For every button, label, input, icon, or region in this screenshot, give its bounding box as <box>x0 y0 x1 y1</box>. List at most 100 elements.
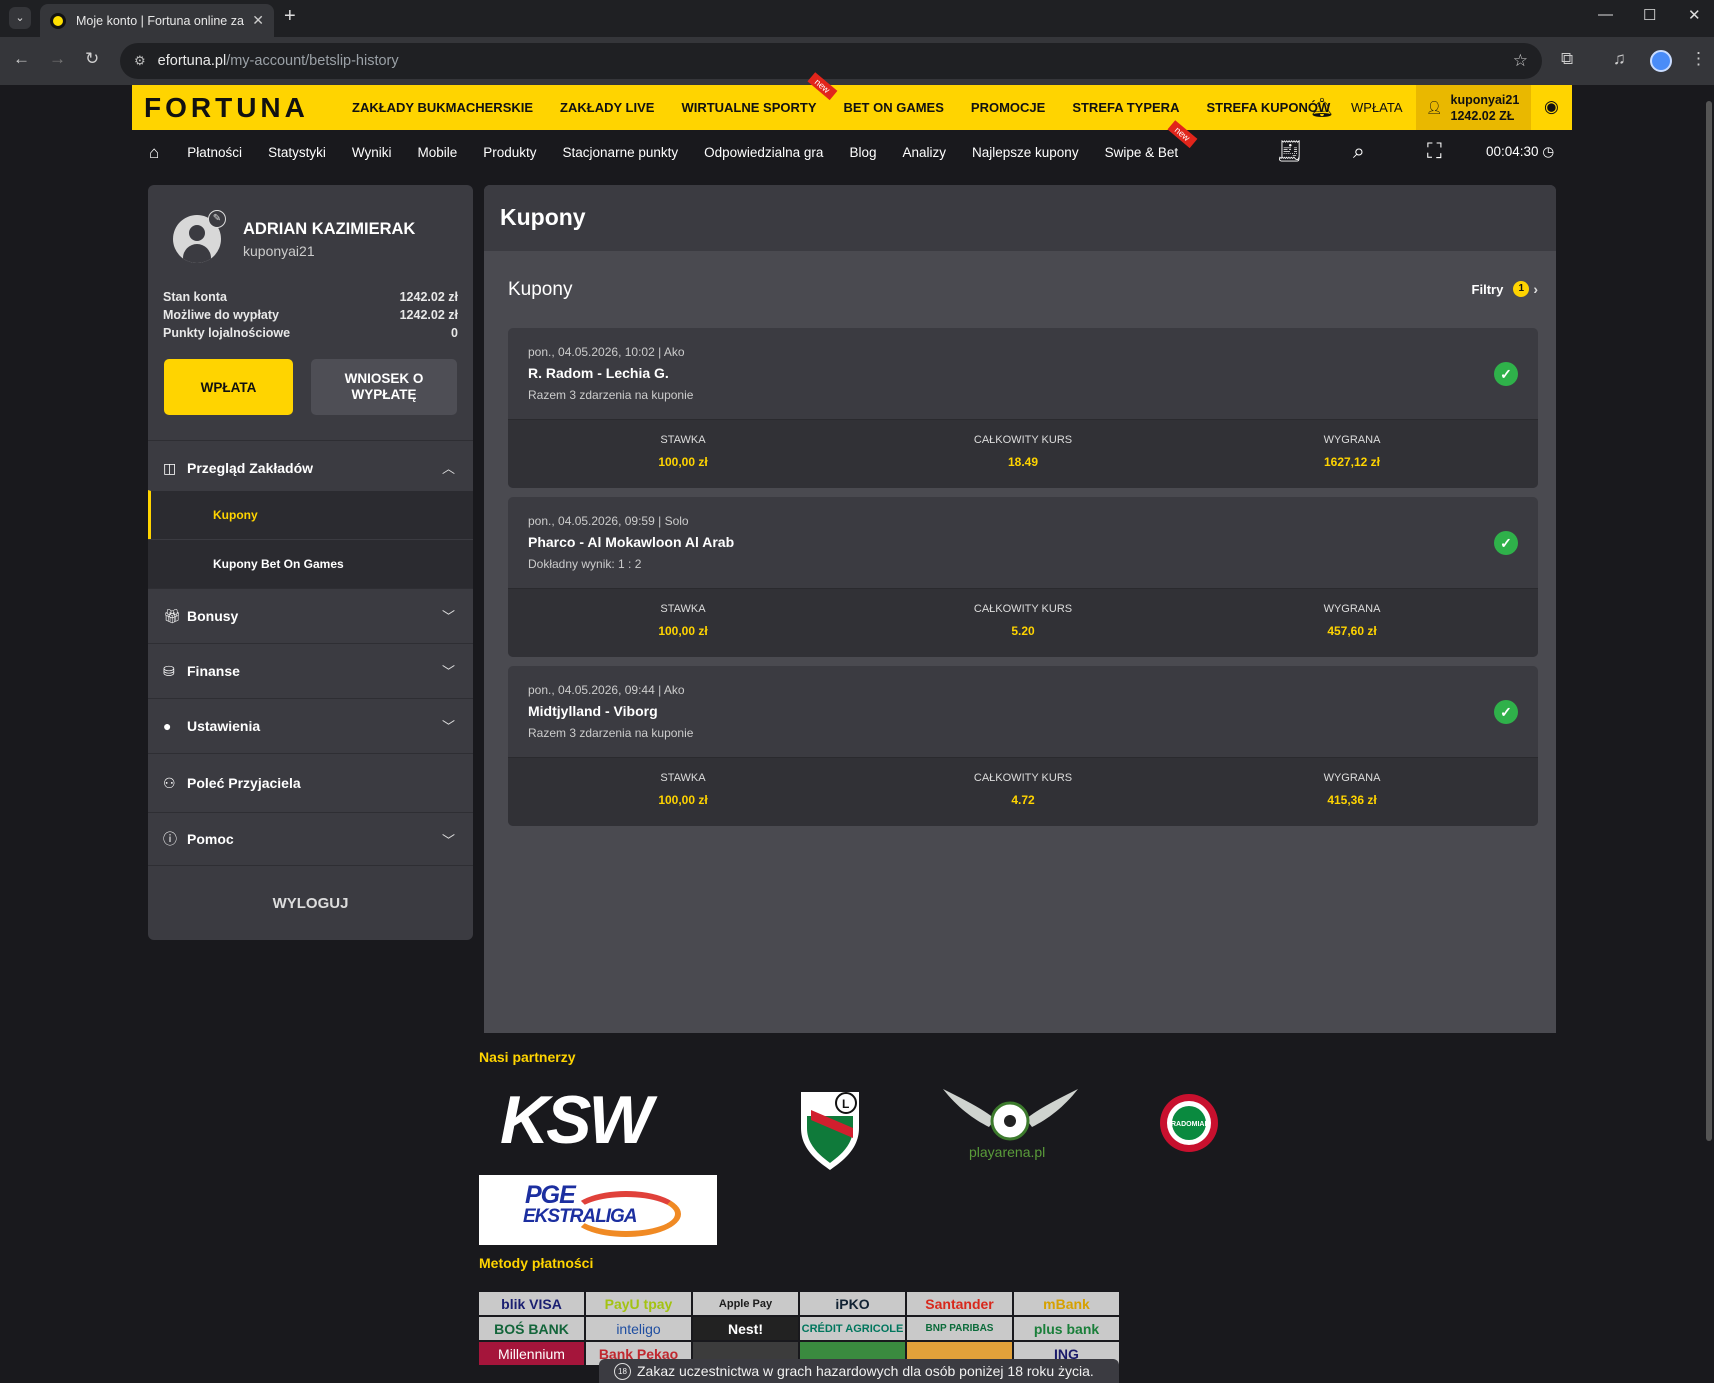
deposit-button[interactable]: WPŁATA <box>164 359 293 415</box>
win-value: 457,60 zł <box>1327 624 1377 638</box>
nav-zaklady-live[interactable]: ZAKŁADY LIVE <box>560 100 654 115</box>
nav-wirtualne-sporty[interactable]: WIRTUALNE SPORTY new <box>681 72 838 115</box>
payment-logo: CRÉDIT AGRICOLE <box>800 1317 905 1340</box>
user-account-button[interactable]: 👤︎ kuponyai21 1242.02 ZŁ <box>1416 85 1531 130</box>
maximize-icon[interactable]: ☐ <box>1643 6 1656 24</box>
profile-icon[interactable] <box>1650 50 1672 72</box>
coupons-panel: Kupony Kupony Filtry 1 › pon., 04.05.202… <box>484 185 1556 1033</box>
withdraw-request-button[interactable]: WNIOSEK O WYPŁATĘ <box>311 359 457 415</box>
age-18-icon: 18 <box>614 1362 631 1380</box>
pge-ekstraliga-logo[interactable]: PGE EKSTRALIGA <box>479 1175 717 1245</box>
coupon-card[interactable]: pon., 04.05.2026, 09:44 | Ako Midtjyllan… <box>508 666 1538 826</box>
new-tab-icon[interactable]: + <box>284 5 296 28</box>
coupon-match: R. Radom - Lechia G. <box>528 365 669 381</box>
subnav-statystyki[interactable]: Statystyki <box>268 145 326 160</box>
finance-icon: ⛁ <box>163 662 175 679</box>
menu-ustawienia[interactable]: ● Ustawienia ﹀ <box>148 698 473 753</box>
radomiak-logo[interactable]: RADOMIAK <box>1158 1092 1220 1154</box>
payment-logo: Santander <box>907 1292 1012 1315</box>
menu-finanse[interactable]: ⛁ Finanse ﹀ <box>148 643 473 698</box>
ksw-logo[interactable]: KSW <box>500 1086 653 1154</box>
playarena-logo[interactable]: playarena.pl <box>943 1085 1078 1160</box>
age-warning-banner: 18 Zakaz uczestnictwa w grach hazardowyc… <box>599 1359 1119 1383</box>
minimize-icon[interactable]: — <box>1598 6 1613 23</box>
search-icon[interactable]: ⌕ <box>1353 140 1365 164</box>
tab-title: Moje konto | Fortuna online zakłady <box>76 13 244 28</box>
coupon-card[interactable]: pon., 04.05.2026, 09:59 | Solo Pharco - … <box>508 497 1538 657</box>
page-scrollbar[interactable] <box>1704 85 1714 1383</box>
nav-strefa-typera[interactable]: STREFA TYPERA <box>1072 100 1179 115</box>
bookmark-star-icon[interactable]: ☆ <box>1513 51 1528 71</box>
coupon-match: Pharco - Al Mokawloon Al Arab <box>528 534 735 550</box>
payment-logo: BNP PARIBAS <box>907 1317 1012 1340</box>
payment-methods-grid: blik VISA PayU tpay Apple Pay iPKO Santa… <box>479 1292 1121 1365</box>
hide-balance-icon[interactable]: ◉ <box>1544 97 1559 117</box>
odds-label: CAŁKOWITY KURS <box>973 603 1073 615</box>
coupon-summary: STAWKA 100,00 zł CAŁKOWITY KURS 4.72 WYGRA… <box>508 757 1538 826</box>
submenu-kupony[interactable]: Kupony <box>148 490 473 539</box>
url-input[interactable]: ⚙ efortuna.pl/my-account/betslip-history… <box>120 43 1542 79</box>
close-window-icon[interactable]: ✕ <box>1688 6 1701 24</box>
payment-logo: Millennium <box>479 1342 584 1365</box>
nav-bet-on-games[interactable]: BET ON GAMES <box>844 100 944 115</box>
site-info-icon[interactable]: ⚙ <box>134 53 146 69</box>
won-check-icon: ✓ <box>1494 531 1518 555</box>
scrollbar-thumb[interactable] <box>1706 101 1712 1141</box>
subnav-wyniki[interactable]: Wyniki <box>352 145 392 160</box>
chevron-down-icon: ﹀ <box>441 833 455 848</box>
betslip-icon[interactable]: 🧾︎ <box>1276 140 1303 164</box>
nav-zaklady-bukmacherskie[interactable]: ZAKŁADY BUKMACHERSKIE <box>352 100 533 115</box>
subnav-odpowiedzialna-gra[interactable]: Odpowiedzialna gra <box>704 145 823 160</box>
menu-polec-przyjaciela[interactable]: ⚇ Poleć Przyjaciela <box>148 753 473 812</box>
menu-bonusy[interactable]: 🎁︎ Bonusy ﹀ <box>148 588 473 643</box>
home-icon[interactable]: ⌂ <box>149 143 159 163</box>
edit-avatar-icon[interactable]: ✎ <box>208 210 226 228</box>
fortuna-logo[interactable]: FORTUNA <box>144 92 352 124</box>
menu-icon[interactable]: ⋮ <box>1690 49 1707 69</box>
partners-title: Nasi partnerzy <box>479 1049 576 1065</box>
nav-promocje[interactable]: PROMOCJE <box>971 100 1045 115</box>
media-icon[interactable]: ♫ <box>1613 49 1626 69</box>
coupon-meta: pon., 04.05.2026, 09:59 | Solo <box>528 514 689 528</box>
close-tab-icon[interactable]: ✕ <box>252 12 264 29</box>
bell-icon[interactable]: 🔔︎ <box>1310 96 1334 120</box>
coupon-meta: pon., 04.05.2026, 10:02 | Ako <box>528 345 685 359</box>
legia-logo[interactable]: L <box>797 1088 863 1172</box>
payment-logo: PayU tpay <box>586 1292 691 1315</box>
subnav-platnosci[interactable]: Płatności <box>187 145 242 160</box>
age-warning-text: Zakaz uczestnictwa w grach hazardowych d… <box>637 1363 1094 1379</box>
header-deposit-link[interactable]: WPŁATA <box>1351 100 1403 115</box>
loyalty-points-row: Punkty lojalnościowe 0 <box>163 326 458 340</box>
subnav-najlepsze-kupony[interactable]: Najlepsze kupony <box>972 145 1079 160</box>
chevron-right-icon: › <box>1533 281 1538 297</box>
subnav-produkty[interactable]: Produkty <box>483 145 536 160</box>
tab-search-icon[interactable]: ⌄ <box>9 7 31 29</box>
coupon-card[interactable]: pon., 04.05.2026, 10:02 | Ako R. Radom -… <box>508 328 1538 488</box>
favicon <box>50 12 66 29</box>
subnav-mobile[interactable]: Mobile <box>417 145 457 160</box>
back-icon[interactable]: ← <box>13 49 30 69</box>
odds-value: 5.20 <box>1011 624 1035 638</box>
coupon-meta: pon., 04.05.2026, 09:44 | Ako <box>528 683 685 697</box>
menu-przeglad-zakladow[interactable]: ◫ Przegląd Zakładów ︿ <box>148 440 473 495</box>
forward-icon[interactable]: → <box>49 49 66 69</box>
submenu-kupony-bet-on-games[interactable]: Kupony Bet On Games <box>148 539 473 588</box>
menu-pomoc[interactable]: ⓘ Pomoc ﹀ <box>148 812 473 865</box>
subnav-stacjonarne-punkty[interactable]: Stacjonarne punkty <box>563 145 679 160</box>
payment-logo: inteligo <box>586 1317 691 1340</box>
refer-friend-icon: ⚇ <box>163 774 176 791</box>
subnav-analizy[interactable]: Analizy <box>902 145 946 160</box>
logout-button[interactable]: WYLOGUJ <box>148 865 473 940</box>
win-label: WYGRANA <box>1323 434 1381 446</box>
reload-icon[interactable]: ↻ <box>85 49 99 69</box>
filters-button[interactable]: Filtry 1 › <box>1472 281 1538 297</box>
payment-logo: plus bank <box>1014 1317 1119 1340</box>
scan-icon[interactable]: ⛶ <box>1427 140 1442 164</box>
subnav-swipe-bet[interactable]: Swipe & Bet new <box>1105 120 1197 160</box>
browser-tab[interactable]: Moje konto | Fortuna online zakłady ✕ <box>40 4 274 37</box>
odds-value: 4.72 <box>1011 793 1035 807</box>
odds-label: CAŁKOWITY KURS <box>973 772 1073 784</box>
subnav-blog[interactable]: Blog <box>849 145 876 160</box>
withdrawable-row: Możliwe do wypłaty 1242.02 zł <box>163 308 458 322</box>
extensions-icon[interactable]: ⧉ <box>1561 49 1573 69</box>
